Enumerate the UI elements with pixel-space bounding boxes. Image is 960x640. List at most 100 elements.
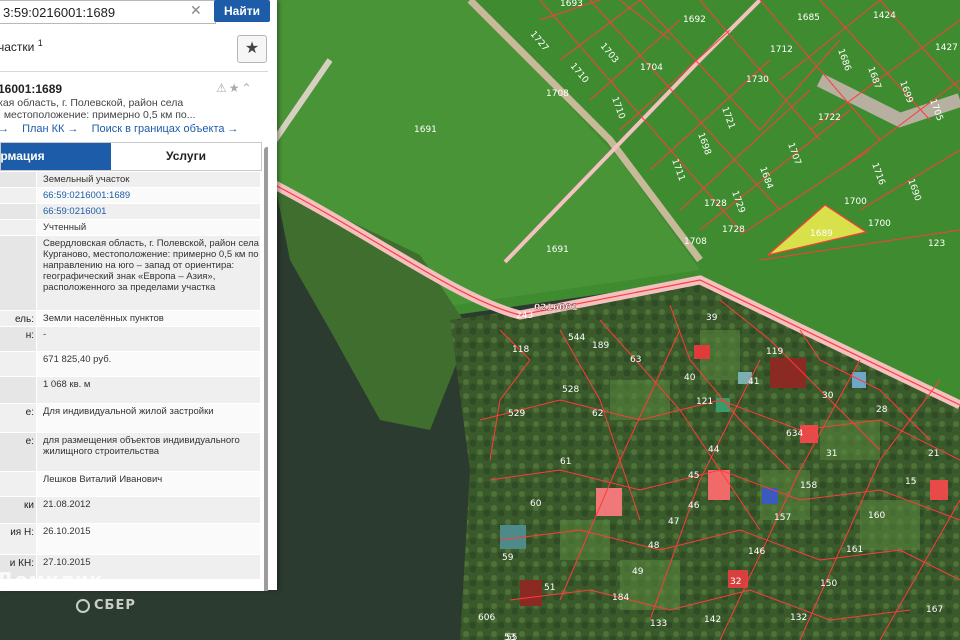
house-number-label: 161 <box>846 545 863 555</box>
clear-icon[interactable]: ✕ <box>190 2 202 19</box>
property-key: е: <box>0 404 36 432</box>
house-number-label: 133 <box>650 619 667 629</box>
plot-label: 1730 <box>746 75 769 85</box>
property-value: Свердловская область, г. Полевской, райо… <box>37 236 260 310</box>
plot-label: 1722 <box>818 113 841 123</box>
tab-information[interactable]: ормация <box>1 143 111 170</box>
watermark-brand: Домклик <box>0 568 104 592</box>
house-number-label: 184 <box>612 593 629 603</box>
link-arrow[interactable]: → <box>0 123 9 135</box>
property-key: ки <box>0 497 36 523</box>
result-card: 16001:1689 ⚠★⌃ кая область, г. Полевской… <box>0 71 268 591</box>
property-key <box>0 220 36 235</box>
scrollbar[interactable] <box>264 147 268 591</box>
house-number-label: 160 <box>868 511 885 521</box>
house-number-label: 121 <box>696 397 713 407</box>
plot-label: 123 <box>928 239 945 249</box>
property-row: ель: Земли населённых пунктов <box>0 311 260 327</box>
property-row: ки 21.08.2012 <box>0 497 260 524</box>
search-button[interactable]: Найти <box>214 0 270 22</box>
chevron-up-icon[interactable]: ⌃ <box>242 81 254 95</box>
house-number-label: 41 <box>748 377 759 387</box>
property-row: 66:59:0216001:1689 <box>0 188 260 204</box>
house-number-label: 39 <box>706 313 718 323</box>
plot-label: 1712 <box>770 45 793 55</box>
card-title: 16001:1689 <box>0 82 63 96</box>
property-value[interactable]: 66:59:0216001:1689 <box>37 188 260 203</box>
house-number-label: 60 <box>530 499 542 509</box>
plot-label: 1700 <box>868 219 891 229</box>
property-value: Лешков Виталий Иванович <box>37 472 260 496</box>
link-plan-kk[interactable]: План КК → <box>22 123 78 135</box>
house-number-label: 55 <box>506 633 517 640</box>
quarter-label: 0216001 <box>534 303 578 313</box>
plot-label: 1704 <box>640 63 663 73</box>
house-number-label: 32 <box>730 577 741 587</box>
house-number-label: 15 <box>905 477 916 487</box>
property-value: 671 825,40 руб. <box>37 352 260 376</box>
property-row: Учтенный <box>0 220 260 236</box>
plot-label: 1689 <box>810 229 833 239</box>
house-number-label: 47 <box>668 517 679 527</box>
house-number-label: 158 <box>800 481 817 491</box>
property-row: Земельный участок <box>0 172 260 188</box>
property-key: н: <box>0 327 36 351</box>
house-number-label: 606 <box>478 613 495 623</box>
house-number-label: 62 <box>592 409 603 419</box>
info-panel: ✕ Найти частки 1 ★ 16001:1689 ⚠★⌃ кая об… <box>0 0 277 591</box>
property-row: н: - <box>0 327 260 352</box>
house-number-label: 118 <box>512 345 529 355</box>
plot-label: 1691 <box>414 125 437 135</box>
property-value: 26.10.2015 <box>37 524 260 554</box>
property-value: Земельный участок <box>37 172 260 187</box>
warning-icon[interactable]: ⚠ <box>216 81 229 95</box>
house-number-label: 21 <box>928 449 939 459</box>
plot-label: 1728 <box>722 225 745 235</box>
house-number-label: 63 <box>630 355 641 365</box>
property-value[interactable]: 66:59:0216001 <box>37 204 260 219</box>
property-row: е: Для индивидуальной жилой застройки <box>0 404 260 433</box>
sber-logo-icon <box>76 598 90 613</box>
house-number-label: 51 <box>544 583 555 593</box>
favorites-button[interactable]: ★ <box>237 35 267 63</box>
property-key <box>0 236 36 310</box>
plot-label: 1427 <box>935 43 958 53</box>
house-number-label: 167 <box>926 605 943 615</box>
search-input[interactable] <box>0 0 216 24</box>
house-number-label: 529 <box>508 409 525 419</box>
property-value: Учтенный <box>37 220 260 235</box>
tabs: ормация Услуги <box>0 142 262 171</box>
tab-services[interactable]: Услуги <box>111 143 261 170</box>
house-number-label: 634 <box>786 429 803 439</box>
star-icon[interactable]: ★ <box>229 81 242 95</box>
property-row: 1 068 кв. м <box>0 377 260 404</box>
card-description-line2: , местоположение: примерно 0,5 км по... <box>0 109 196 121</box>
property-row: ия Н: 26.10.2015 <box>0 524 260 555</box>
plot-label: 1708 <box>546 89 569 99</box>
property-row: 66:59:0216001 <box>0 204 260 220</box>
property-row: Свердловская область, г. Полевской, райо… <box>0 236 260 311</box>
plot-label: 1692 <box>683 15 706 25</box>
card-actions: ⚠★⌃ <box>216 81 254 95</box>
property-value: для размещения объектов индивидуального … <box>37 433 260 471</box>
property-key: ия Н: <box>0 524 36 554</box>
results-header: частки 1 <box>0 30 277 64</box>
property-key <box>0 204 36 219</box>
property-value: Земли населённых пунктов <box>37 311 260 326</box>
house-number-label: 49 <box>632 567 644 577</box>
watermark-sber: СБЕР <box>76 598 136 613</box>
scrollbar-thumb[interactable] <box>264 147 268 591</box>
property-value: Для индивидуальной жилой застройки <box>37 404 260 432</box>
house-number-label: 189 <box>592 341 609 351</box>
card-links: → План КК → Поиск в границах объекта → <box>0 123 249 135</box>
link-search-in-bounds[interactable]: Поиск в границах объекта → <box>92 123 239 135</box>
plot-label: 1693 <box>560 0 583 9</box>
house-number-label: 528 <box>562 385 579 395</box>
property-key: ель: <box>0 311 36 326</box>
house-number-label: 30 <box>822 391 834 401</box>
property-key <box>0 352 36 376</box>
house-number-label: 142 <box>704 615 721 625</box>
house-number-label: 44 <box>708 445 720 455</box>
house-number-label: 544 <box>568 333 585 343</box>
plot-label: 1728 <box>704 199 727 209</box>
